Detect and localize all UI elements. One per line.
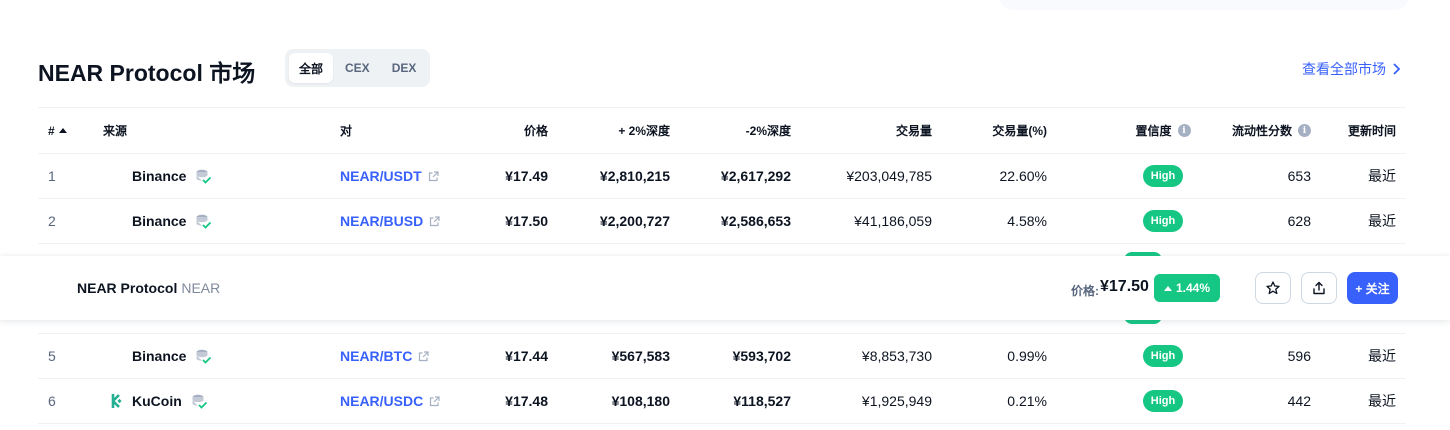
exchange-name: Binance [132,213,187,229]
price-cell: ¥17.44 [505,348,548,364]
exchange-name: Binance [132,168,187,184]
liquidity-cell: 596 [1287,348,1311,364]
plus-depth-cell: ¥2,810,215 [599,168,670,184]
updated-cell: 最近 [1368,393,1396,409]
market-type-filter: 全部 CEX DEX [285,49,431,87]
column-liquidity-header[interactable]: 流动性分数 i [1161,108,1311,153]
price-cell: ¥17.50 [505,213,548,229]
updated-cell: 最近 [1368,168,1396,184]
volume-cell: ¥8,853,730 [861,348,932,364]
plus-depth-cell: ¥2,200,727 [599,213,670,229]
share-button[interactable] [1301,272,1337,304]
table-row[interactable]: 5 Binance NEAR/BTC ¥17.44 ¥567,583 ¥593,… [38,334,1406,379]
volume-cell: ¥1,925,949 [861,393,932,409]
external-link-icon [430,395,440,406]
table-row[interactable]: 6 KuCoin NEAR/USDC ¥17.48 ¥108,180 ¥118,… [38,379,1406,424]
source-cell[interactable]: KuCoin [103,379,333,423]
info-icon[interactable]: i [1298,124,1311,137]
price-cell: ¥17.49 [505,168,548,184]
rank-cell: 2 [48,213,56,229]
rank-cell: 6 [48,393,56,409]
source-cell[interactable]: Binance [103,334,333,378]
column-minus-depth-header[interactable]: -2%深度 [671,108,791,153]
price-cell: ¥17.48 [505,393,548,409]
column-price-header[interactable]: 价格 [458,108,548,153]
filter-all-button[interactable]: 全部 [289,53,334,83]
plus-depth-cell: ¥567,583 [611,348,670,364]
verified-exchange-icon [196,169,212,184]
minus-depth-cell: ¥118,527 [733,393,791,409]
external-link-icon [430,215,440,226]
follow-button[interactable]: + 关注 [1347,272,1398,304]
volume-pct-cell: 22.60% [999,168,1047,184]
sticky-price: ¥17.50 [1100,278,1149,295]
volume-pct-cell: 4.58% [1007,213,1047,229]
updated-cell: 最近 [1368,213,1396,229]
volume-cell: ¥41,186,059 [854,213,932,229]
source-cell[interactable]: Binance [103,199,333,243]
rank-cell: 1 [48,168,56,184]
table-row[interactable]: 2 Binance NEAR/BUSD ¥17.50 ¥2,200,727 ¥2… [38,199,1406,244]
sticky-price-label: 价格: [1071,284,1099,298]
filter-cex-button[interactable]: CEX [335,53,380,83]
markets-section-header: NEAR Protocol 市场 全部 CEX DEX 查看全部市场 [38,48,1406,88]
external-link-icon [428,170,439,181]
share-icon [1313,281,1325,295]
sticky-coin-bar: NEAR Protocol NEAR 价格: ¥17.50 1.44% + 关注 [0,256,1450,320]
volume-pct-cell: 0.99% [1007,348,1047,364]
sort-up-icon [58,128,67,133]
sticky-coin-name: NEAR Protocol NEAR [77,280,221,296]
sticky-coin-symbol: NEAR [181,280,221,296]
column-source-header[interactable]: 来源 [103,108,333,153]
volume-pct-cell: 0.21% [1007,393,1047,409]
minus-depth-cell: ¥2,617,292 [720,168,791,184]
verified-exchange-icon [196,214,212,229]
exchange-name: KuCoin [132,393,182,409]
filter-dex-button[interactable]: DEX [382,53,427,83]
minus-depth-cell: ¥2,586,653 [720,213,791,229]
volume-cell: ¥203,049,785 [846,168,932,184]
verified-exchange-icon [196,349,212,364]
liquidity-cell: 442 [1287,393,1311,409]
price-change-badge: 1.44% [1154,274,1221,302]
external-link-icon [419,350,429,361]
liquidity-cell: 653 [1287,168,1311,184]
column-volume-pct-header[interactable]: 交易量(%) [937,108,1047,153]
column-volume-header[interactable]: 交易量 [792,108,932,153]
exchange-name: Binance [132,348,187,364]
page-title: NEAR Protocol 市场 [38,60,256,86]
verified-exchange-icon [192,394,207,409]
top-card-edge [998,0,1410,10]
chevron-right-icon [1393,63,1401,75]
column-plus-depth-header[interactable]: + 2%深度 [550,108,670,153]
liquidity-cell: 628 [1287,213,1311,229]
updated-cell: 最近 [1368,348,1396,364]
table-row[interactable]: 1 Binance NEAR/USDT ¥17.49 ¥2,810,215 ¥2… [38,154,1406,199]
minus-depth-cell: ¥593,702 [732,348,791,364]
source-cell[interactable]: Binance [103,154,333,198]
kucoin-logo [105,390,127,412]
column-updated-header[interactable]: 更新时间 [1316,108,1396,153]
table-header-row: # 来源 对 价格 + 2%深度 -2%深度 交易量 交易量(%) 置信度 i 流… [38,108,1406,154]
watchlist-star-button[interactable] [1255,272,1291,304]
star-icon [1266,281,1280,295]
view-all-markets-link[interactable]: 查看全部市场 [1302,59,1402,79]
view-all-label: 查看全部市场 [1302,61,1386,77]
rank-cell: 5 [48,348,56,364]
caret-up-icon [1164,285,1172,291]
plus-depth-cell: ¥108,180 [611,393,670,409]
column-rank-header[interactable]: # [48,108,88,153]
